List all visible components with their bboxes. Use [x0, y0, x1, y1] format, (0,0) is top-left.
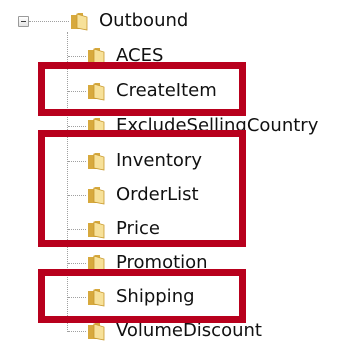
tree-node-price[interactable]: Price: [86, 214, 160, 244]
tree-node-label: ACES: [116, 45, 164, 66]
folder-icon: [86, 115, 108, 137]
tree-node-createitem[interactable]: CreateItem: [86, 76, 217, 106]
tree-node-label: Shipping: [116, 286, 195, 307]
folder-icon: [86, 218, 108, 240]
tree-node-orderlist[interactable]: OrderList: [86, 180, 199, 210]
folder-icon: [86, 320, 108, 342]
tree-connector-child: [68, 331, 86, 332]
tree-node-label: Outbound: [99, 10, 189, 31]
tree-connector-vertical: [67, 32, 68, 332]
tree-node-volumediscount[interactable]: VolumeDiscount: [86, 316, 262, 346]
tree-connector-child: [68, 229, 86, 230]
tree-connector-child: [68, 161, 86, 162]
folder-icon: [69, 10, 91, 32]
tree-connector-child: [68, 195, 86, 196]
tree-connector-child: [68, 297, 86, 298]
collapse-toggle[interactable]: [18, 16, 29, 27]
tree-connector-child: [68, 91, 86, 92]
tree-node-aces[interactable]: ACES: [86, 41, 163, 71]
tree-node-label: VolumeDiscount: [116, 320, 262, 341]
tree-node-label: Inventory: [116, 150, 202, 171]
tree-node-shipping[interactable]: Shipping: [86, 282, 195, 312]
tree-connector-root: [29, 21, 69, 22]
folder-icon: [86, 45, 108, 67]
tree-connector-child: [68, 56, 86, 57]
folder-icon: [86, 252, 108, 274]
folder-icon: [86, 80, 108, 102]
tree-node-label: ExcludeSellingCountry: [116, 115, 319, 136]
folder-icon: [86, 286, 108, 308]
tree-node-label: CreateItem: [116, 80, 217, 101]
tree-node-label: Price: [116, 218, 160, 239]
tree-node-label: OrderList: [116, 184, 199, 205]
tree-node-excludesellingcountry[interactable]: ExcludeSellingCountry: [86, 111, 318, 141]
tree-connector-child: [68, 263, 86, 264]
folder-tree: Outbound ACES CreateItem ExcludeSellingC…: [0, 0, 357, 346]
tree-node-label: Promotion: [116, 252, 208, 273]
folder-icon: [86, 150, 108, 172]
tree-connector-child: [68, 126, 86, 127]
folder-icon: [86, 184, 108, 206]
tree-node-outbound[interactable]: Outbound: [69, 6, 188, 36]
tree-node-inventory[interactable]: Inventory: [86, 146, 202, 176]
tree-node-promotion[interactable]: Promotion: [86, 248, 208, 278]
